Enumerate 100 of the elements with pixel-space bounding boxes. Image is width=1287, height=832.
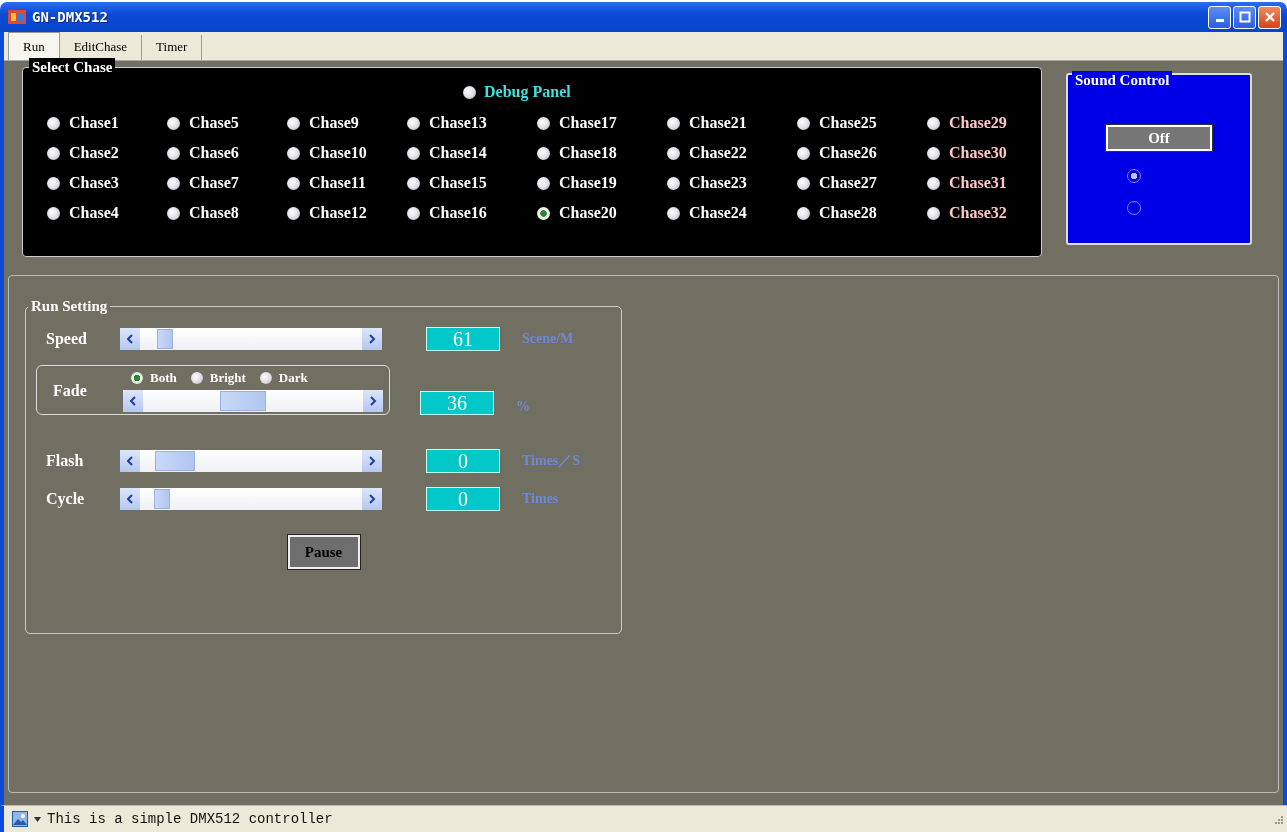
radio-button[interactable] — [287, 206, 300, 220]
slider-thumb[interactable] — [155, 451, 195, 471]
radio-button[interactable] — [797, 206, 810, 220]
radio-button[interactable] — [537, 176, 550, 190]
radio-button[interactable] — [259, 372, 272, 384]
radio-button[interactable] — [797, 146, 810, 160]
tab[interactable]: Run — [8, 32, 60, 60]
radio-label[interactable]: Chase9 — [309, 114, 359, 132]
radio-button[interactable] — [167, 116, 180, 130]
minimize-button[interactable] — [1208, 5, 1231, 29]
right-arrow-button[interactable] — [362, 488, 382, 510]
radio-label[interactable]: Dark — [278, 370, 308, 386]
radio-label[interactable]: Chase2 — [69, 144, 119, 162]
radio-label[interactable]: Chase26 — [819, 144, 877, 162]
radio-label[interactable]: Chase18 — [559, 144, 617, 162]
radio-button[interactable] — [797, 116, 810, 130]
radio-label[interactable]: Chase10 — [309, 144, 367, 162]
off-button[interactable]: Off — [1106, 125, 1212, 151]
radio-label[interactable]: Chase3 — [69, 174, 119, 192]
radio-label[interactable]: Chase23 — [689, 174, 747, 192]
radio-button[interactable] — [167, 146, 180, 160]
radio-label[interactable]: Chase13 — [429, 114, 487, 132]
radio-label[interactable]: Bright — [209, 370, 246, 386]
radio-button[interactable] — [537, 146, 550, 160]
radio-label[interactable]: Chase14 — [429, 144, 487, 162]
radio-button[interactable] — [463, 85, 476, 99]
radio-label[interactable]: Chase19 — [559, 174, 617, 192]
radio-button[interactable] — [47, 116, 60, 130]
radio-button[interactable] — [407, 116, 420, 130]
value-display: 0 — [426, 487, 500, 511]
radio-label[interactable]: Chase15 — [429, 174, 487, 192]
slider-thumb[interactable] — [219, 391, 266, 411]
pause-button[interactable]: Pause — [287, 535, 360, 569]
slider[interactable] — [120, 488, 382, 510]
slider[interactable] — [120, 450, 382, 472]
radio-button[interactable] — [927, 116, 940, 130]
right-arrow-button[interactable] — [362, 450, 382, 472]
radio-button[interactable] — [287, 116, 300, 130]
radio-button[interactable] — [667, 206, 680, 220]
radio-label[interactable]: Chase6 — [189, 144, 239, 162]
resize-grip-icon[interactable] — [1273, 814, 1283, 824]
radio-button[interactable] — [407, 206, 420, 220]
radio-label[interactable]: Chase31 — [949, 174, 1007, 192]
radio-button[interactable] — [287, 146, 300, 160]
radio-label[interactable]: Chase25 — [819, 114, 877, 132]
left-arrow-button[interactable] — [123, 390, 143, 412]
radio-button[interactable] — [667, 176, 680, 190]
left-arrow-button[interactable] — [120, 328, 140, 350]
radio-button[interactable] — [167, 206, 180, 220]
radio-label[interactable]: Debug Panel — [484, 83, 571, 101]
radio-button[interactable] — [537, 116, 550, 130]
radio-label[interactable]: Chase22 — [689, 144, 747, 162]
radio-button[interactable] — [667, 146, 680, 160]
slider-thumb[interactable] — [153, 489, 170, 509]
radio-label[interactable]: Chase8 — [189, 204, 239, 222]
radio-label[interactable]: Chase17 — [559, 114, 617, 132]
radio-button[interactable] — [797, 176, 810, 190]
radio-label[interactable]: Chase30 — [949, 144, 1007, 162]
radio-button[interactable] — [927, 146, 940, 160]
slider[interactable] — [123, 390, 383, 412]
radio-button[interactable] — [190, 372, 203, 384]
radio-button[interactable] — [167, 176, 180, 190]
radio-label[interactable]: Chase12 — [309, 204, 367, 222]
radio-label[interactable]: Chase20 — [559, 204, 617, 222]
radio-button[interactable] — [1127, 169, 1141, 183]
radio-label[interactable]: Chase29 — [949, 114, 1007, 132]
close-button[interactable] — [1258, 5, 1281, 29]
right-arrow-button[interactable] — [363, 390, 383, 412]
slider-thumb[interactable] — [156, 329, 173, 349]
tab[interactable]: Timer — [142, 35, 203, 60]
chevron-right-icon — [368, 334, 376, 344]
radio-label[interactable]: Chase28 — [819, 204, 877, 222]
radio-button[interactable] — [47, 206, 60, 220]
maximize-button[interactable] — [1233, 5, 1256, 29]
radio-button[interactable] — [667, 116, 680, 130]
radio-button[interactable] — [927, 176, 940, 190]
radio-button[interactable] — [47, 146, 60, 160]
radio-button[interactable] — [407, 176, 420, 190]
radio-label[interactable]: Chase7 — [189, 174, 239, 192]
radio-label[interactable]: Chase5 — [189, 114, 239, 132]
radio-button[interactable] — [131, 372, 143, 384]
value-display: 61 — [426, 327, 500, 351]
slider[interactable] — [120, 328, 382, 350]
radio-label[interactable]: Chase32 — [949, 204, 1007, 222]
radio-button[interactable] — [537, 206, 550, 220]
radio-button[interactable] — [47, 176, 60, 190]
radio-label[interactable]: Chase16 — [429, 204, 487, 222]
radio-label[interactable]: Chase11 — [309, 174, 366, 192]
radio-button[interactable] — [407, 146, 420, 160]
radio-label[interactable]: Chase21 — [689, 114, 747, 132]
left-arrow-button[interactable] — [120, 488, 140, 510]
radio-button[interactable] — [927, 206, 940, 220]
right-arrow-button[interactable] — [362, 328, 382, 350]
radio-label[interactable]: Chase4 — [69, 204, 119, 222]
radio-button[interactable] — [287, 176, 300, 190]
radio-label[interactable]: Chase27 — [819, 174, 877, 192]
radio-label[interactable]: Chase1 — [69, 114, 119, 132]
radio-label[interactable]: Chase24 — [689, 204, 747, 222]
radio-label[interactable]: Both — [150, 370, 177, 386]
left-arrow-button[interactable] — [120, 450, 140, 472]
